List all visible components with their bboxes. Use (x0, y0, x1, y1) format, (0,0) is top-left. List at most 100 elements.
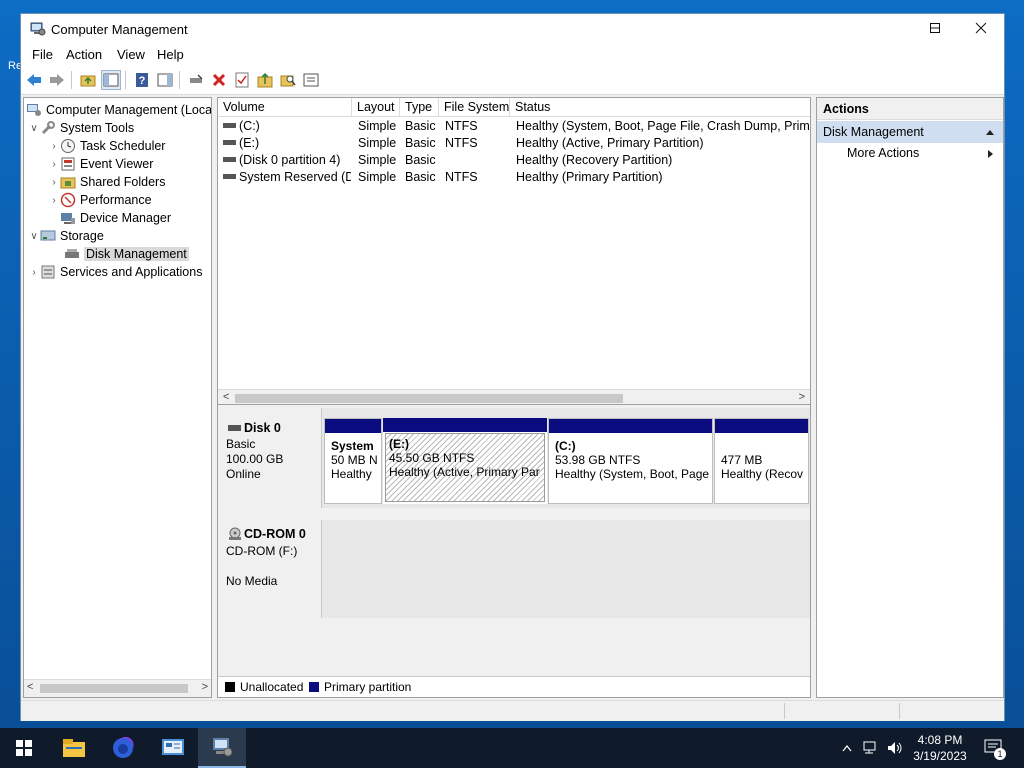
layout-cell: Simple (358, 119, 397, 133)
forward-button[interactable] (47, 70, 67, 90)
minimize-button-area[interactable] (865, 14, 911, 44)
tree-item-event-viewer[interactable]: › Event Viewer (48, 155, 153, 173)
properties-button[interactable] (232, 70, 252, 90)
delete-button[interactable] (209, 70, 229, 90)
chevron-right-icon[interactable]: › (48, 195, 60, 206)
list-view-button[interactable] (301, 70, 321, 90)
taskbar-file-explorer[interactable] (50, 728, 98, 768)
close-button[interactable] (958, 14, 1004, 44)
table-row[interactable]: (C:) Simple Basic NTFS Healthy (System, … (218, 118, 810, 135)
scroll-left-icon[interactable]: < (223, 391, 229, 403)
tree-label: Services and Applications (60, 265, 203, 279)
menu-view[interactable]: View (117, 47, 145, 62)
notification-count-badge: 1 (994, 748, 1006, 760)
tree-label: Computer Management (Local (46, 103, 212, 117)
taskbar-computer-management[interactable] (198, 728, 246, 768)
tree-item-task-scheduler[interactable]: › Task Scheduler (48, 137, 165, 155)
actions-section-disk-management[interactable]: Disk Management (817, 121, 1003, 143)
taskbar-clock[interactable]: 4:08 PM 3/19/2023 (905, 732, 975, 764)
column-header-layout[interactable]: Layout (352, 98, 400, 117)
chevron-down-icon[interactable]: ∨ (28, 231, 40, 242)
column-header-type[interactable]: Type (400, 98, 439, 117)
more-actions-label: More Actions (847, 146, 920, 160)
unallocated-swatch (225, 682, 235, 692)
layout-cell: Simple (358, 153, 397, 167)
maximize-button[interactable] (912, 14, 958, 44)
collapse-up-icon[interactable] (985, 128, 995, 136)
back-arrow-icon (27, 74, 41, 86)
show-hidden-icons-button[interactable] (838, 728, 856, 768)
column-header-volume[interactable]: Volume (218, 98, 352, 117)
chevron-right-icon[interactable]: › (48, 177, 60, 188)
column-header-file-system[interactable]: File System (439, 98, 510, 117)
menu-help[interactable]: Help (157, 47, 184, 62)
show-hide-console-tree-button[interactable] (101, 70, 121, 90)
partition-bar (549, 419, 712, 433)
cdrom-name: CD-ROM 0 (244, 527, 306, 541)
tree-item-shared-folders[interactable]: › Shared Folders (48, 173, 165, 191)
tree-horizontal-scrollbar[interactable]: < > (24, 679, 211, 697)
tree-item-device-manager[interactable]: Device Manager (60, 209, 171, 227)
chevron-down-icon[interactable]: ∨ (28, 123, 40, 134)
fs-cell: NTFS (445, 136, 478, 150)
scroll-left-icon[interactable]: < (27, 681, 33, 693)
menu-file[interactable]: File (32, 47, 53, 62)
search-button[interactable] (278, 70, 298, 90)
disk-size: 100.00 GB (226, 452, 284, 466)
svg-text:?: ? (139, 75, 146, 87)
volume-cell: (E:) (239, 136, 260, 150)
tree-item-performance[interactable]: › Performance (48, 191, 152, 209)
notification-center-button[interactable]: 1 (980, 728, 1008, 768)
submenu-arrow-icon[interactable] (987, 149, 995, 159)
tree-label: Shared Folders (80, 175, 166, 189)
export-button[interactable] (255, 70, 275, 90)
tree-item-services-and-applications[interactable]: › Services and Applications (28, 263, 202, 281)
file-explorer-icon (63, 739, 85, 757)
taskbar-control-panel[interactable] (149, 728, 197, 768)
tree-item-disk-management[interactable]: Disk Management (64, 245, 189, 263)
cdrom-0-label[interactable]: CD-ROM 0 CD-ROM (F:) No Media (218, 520, 322, 618)
connect-button[interactable] (186, 70, 206, 90)
cdrom-0-area (322, 520, 810, 618)
table-row[interactable]: (E:) Simple Basic NTFS Healthy (Active, … (218, 135, 810, 152)
windows-logo-icon (16, 740, 32, 756)
scroll-right-icon[interactable]: > (799, 391, 805, 403)
menu-action[interactable]: Action (66, 47, 102, 62)
tree-item-storage[interactable]: ∨ Storage (28, 227, 103, 245)
network-tray-button[interactable] (860, 728, 882, 768)
scroll-thumb[interactable] (235, 394, 623, 403)
help-button[interactable]: ? (132, 70, 152, 90)
disk-0-label[interactable]: Disk 0 Basic 100.00 GB Online (218, 408, 322, 508)
more-actions-item[interactable]: More Actions (847, 146, 919, 160)
actions-section-label: Disk Management (823, 125, 924, 139)
tree-item-system-tools[interactable]: ∨ System Tools (28, 119, 134, 137)
title-bar[interactable]: Computer Management (21, 14, 1004, 44)
taskbar-firefox[interactable] (99, 728, 147, 768)
status-cell: Healthy (System, Boot, Page File, Crash … (516, 119, 810, 133)
show-hide-action-pane-button[interactable] (155, 70, 175, 90)
start-button[interactable] (0, 728, 48, 768)
up-folder-button[interactable] (78, 70, 98, 90)
chevron-right-icon[interactable]: › (48, 141, 60, 152)
disk-name: Disk 0 (244, 421, 281, 435)
partition-title (721, 439, 802, 453)
scroll-thumb[interactable] (40, 684, 188, 693)
console-tree-icon (103, 73, 119, 87)
volume-tray-button[interactable] (884, 728, 906, 768)
table-row[interactable]: (Disk 0 partition 4) Simple Basic Health… (218, 152, 810, 169)
scroll-right-icon[interactable]: > (202, 681, 208, 693)
chevron-right-icon[interactable]: › (48, 159, 60, 170)
volume-cell: (C:) (239, 119, 260, 133)
back-button[interactable] (24, 70, 44, 90)
partition-recovery[interactable]: 477 MB Healthy (Recov (714, 418, 809, 504)
connect-drive-icon (190, 74, 203, 83)
disk-0-partitions: System 50 MB N Healthy (E:) 45.50 GB NTF… (322, 408, 810, 508)
partition-c[interactable]: (C:) 53.98 GB NTFS Healthy (System, Boot… (548, 418, 713, 504)
tree-item-root[interactable]: Computer Management (Local (26, 101, 212, 119)
table-row[interactable]: System Reserved (D:) Simple Basic NTFS H… (218, 169, 810, 186)
partition-e[interactable]: (E:) 45.50 GB NTFS Healthy (Active, Prim… (383, 418, 547, 504)
column-header-status[interactable]: Status (510, 98, 810, 117)
partition-system[interactable]: System 50 MB N Healthy (324, 418, 382, 504)
toolbar-separator (125, 71, 126, 89)
chevron-right-icon[interactable]: › (28, 267, 40, 278)
